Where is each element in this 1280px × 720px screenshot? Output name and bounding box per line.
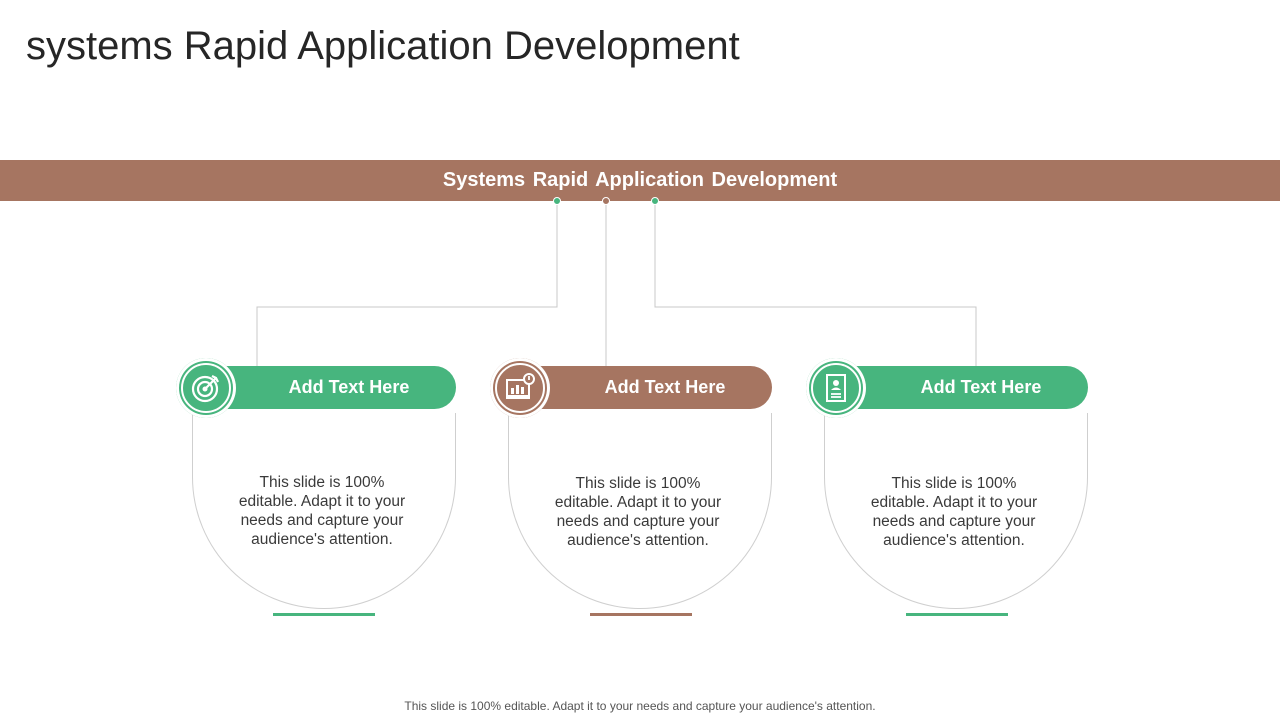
card-1: Add Text Here This slide is 100% editabl… (176, 358, 476, 618)
card-underline (906, 613, 1008, 616)
connector-right (654, 201, 977, 366)
card-2: Add Text Here This slide is 100% editabl… (490, 358, 790, 618)
card-header[interactable]: Add Text Here (518, 366, 772, 409)
card-title: Add Text Here (920, 377, 1042, 397)
connector-dot-left (553, 197, 561, 205)
footer-note: This slide is 100% editable. Adapt it to… (404, 699, 876, 713)
card-underline (273, 613, 375, 616)
card-header[interactable]: Add Text Here (834, 366, 1088, 409)
dashboard-icon (490, 358, 550, 418)
card-3: Add Text Here This slide is 100% editabl… (806, 358, 1106, 618)
connector-dot-middle (602, 197, 610, 205)
card-underline (590, 613, 692, 616)
connector-dot-right (651, 197, 659, 205)
document-icon (806, 358, 866, 418)
card-title: Add Text Here (288, 377, 410, 397)
connector-left (256, 201, 558, 366)
card-body: This slide is 100% editable. Adapt it to… (870, 475, 1038, 549)
card-header[interactable]: Add Text Here (202, 366, 456, 409)
card-body: This slide is 100% editable. Adapt it to… (554, 475, 722, 549)
target-icon (176, 358, 236, 418)
card-title: Add Text Here (604, 377, 726, 397)
card-body: This slide is 100% editable. Adapt it to… (238, 474, 406, 548)
